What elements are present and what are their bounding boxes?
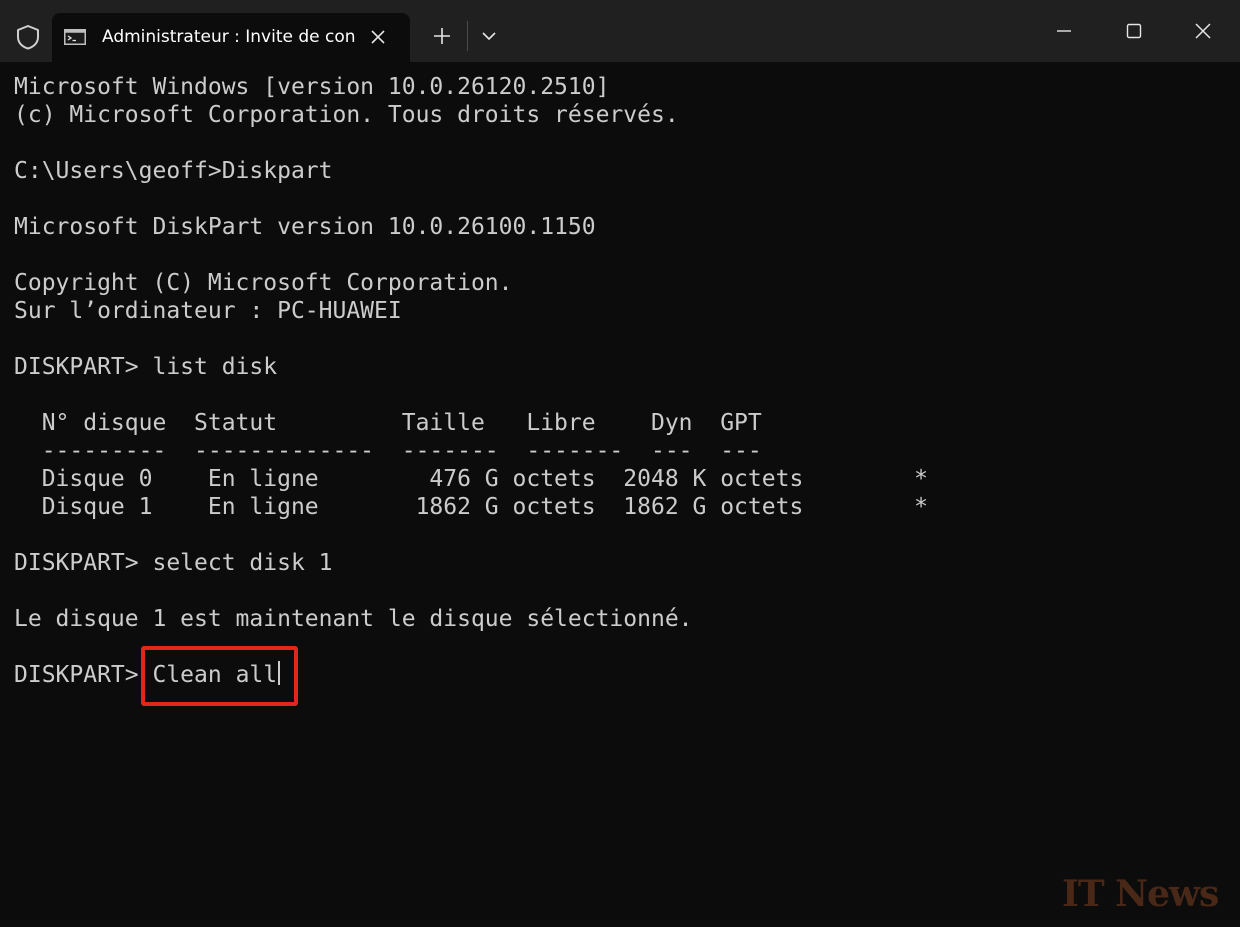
console-line: Microsoft DiskPart version 10.0.26100.11… bbox=[14, 214, 596, 240]
console-line: Copyright (C) Microsoft Corporation. bbox=[14, 270, 513, 296]
plus-icon[interactable] bbox=[430, 24, 454, 48]
console-line: DISKPART> select disk 1 bbox=[14, 550, 333, 576]
console-line: Sur l’ordinateur : PC-HUAWEI bbox=[14, 298, 402, 324]
console-line: DISKPART> list disk bbox=[14, 354, 278, 380]
command-prompt-icon bbox=[64, 29, 86, 45]
highlight-box bbox=[141, 646, 298, 706]
disk-table-header: N° disque Statut Taille Libre Dyn GPT bbox=[14, 410, 762, 436]
title-bar: Administrateur : Invite de con bbox=[0, 0, 1240, 62]
console-output[interactable]: Microsoft Windows [version 10.0.26120.25… bbox=[0, 62, 1240, 927]
console-line: Microsoft Windows [version 10.0.26120.25… bbox=[14, 74, 610, 100]
disk-table-row: Disque 0 En ligne 476 G octets 2048 K oc… bbox=[14, 466, 928, 492]
disk-table-row: Disque 1 En ligne 1862 G octets 1862 G o… bbox=[14, 494, 928, 520]
tab-divider bbox=[467, 21, 468, 51]
console-line: Le disque 1 est maintenant le disque sél… bbox=[14, 606, 693, 632]
maximize-icon[interactable] bbox=[1123, 20, 1145, 42]
close-icon[interactable] bbox=[1192, 20, 1214, 42]
console-line: (c) Microsoft Corporation. Tous droits r… bbox=[14, 102, 679, 128]
shield-icon bbox=[17, 25, 39, 50]
disk-table-separator: --------- ------------- ------- ------- … bbox=[14, 438, 762, 464]
tab-command-prompt[interactable]: Administrateur : Invite de con bbox=[52, 13, 410, 62]
close-icon[interactable] bbox=[367, 26, 389, 48]
tab-title: Administrateur : Invite de con bbox=[102, 27, 356, 47]
console-line: C:\Users\geoff>Diskpart bbox=[14, 158, 333, 184]
chevron-down-icon[interactable] bbox=[479, 28, 499, 44]
watermark-logo: IT News bbox=[1062, 873, 1219, 915]
minimize-icon[interactable] bbox=[1053, 20, 1075, 42]
prompt: DISKPART> bbox=[14, 662, 153, 688]
